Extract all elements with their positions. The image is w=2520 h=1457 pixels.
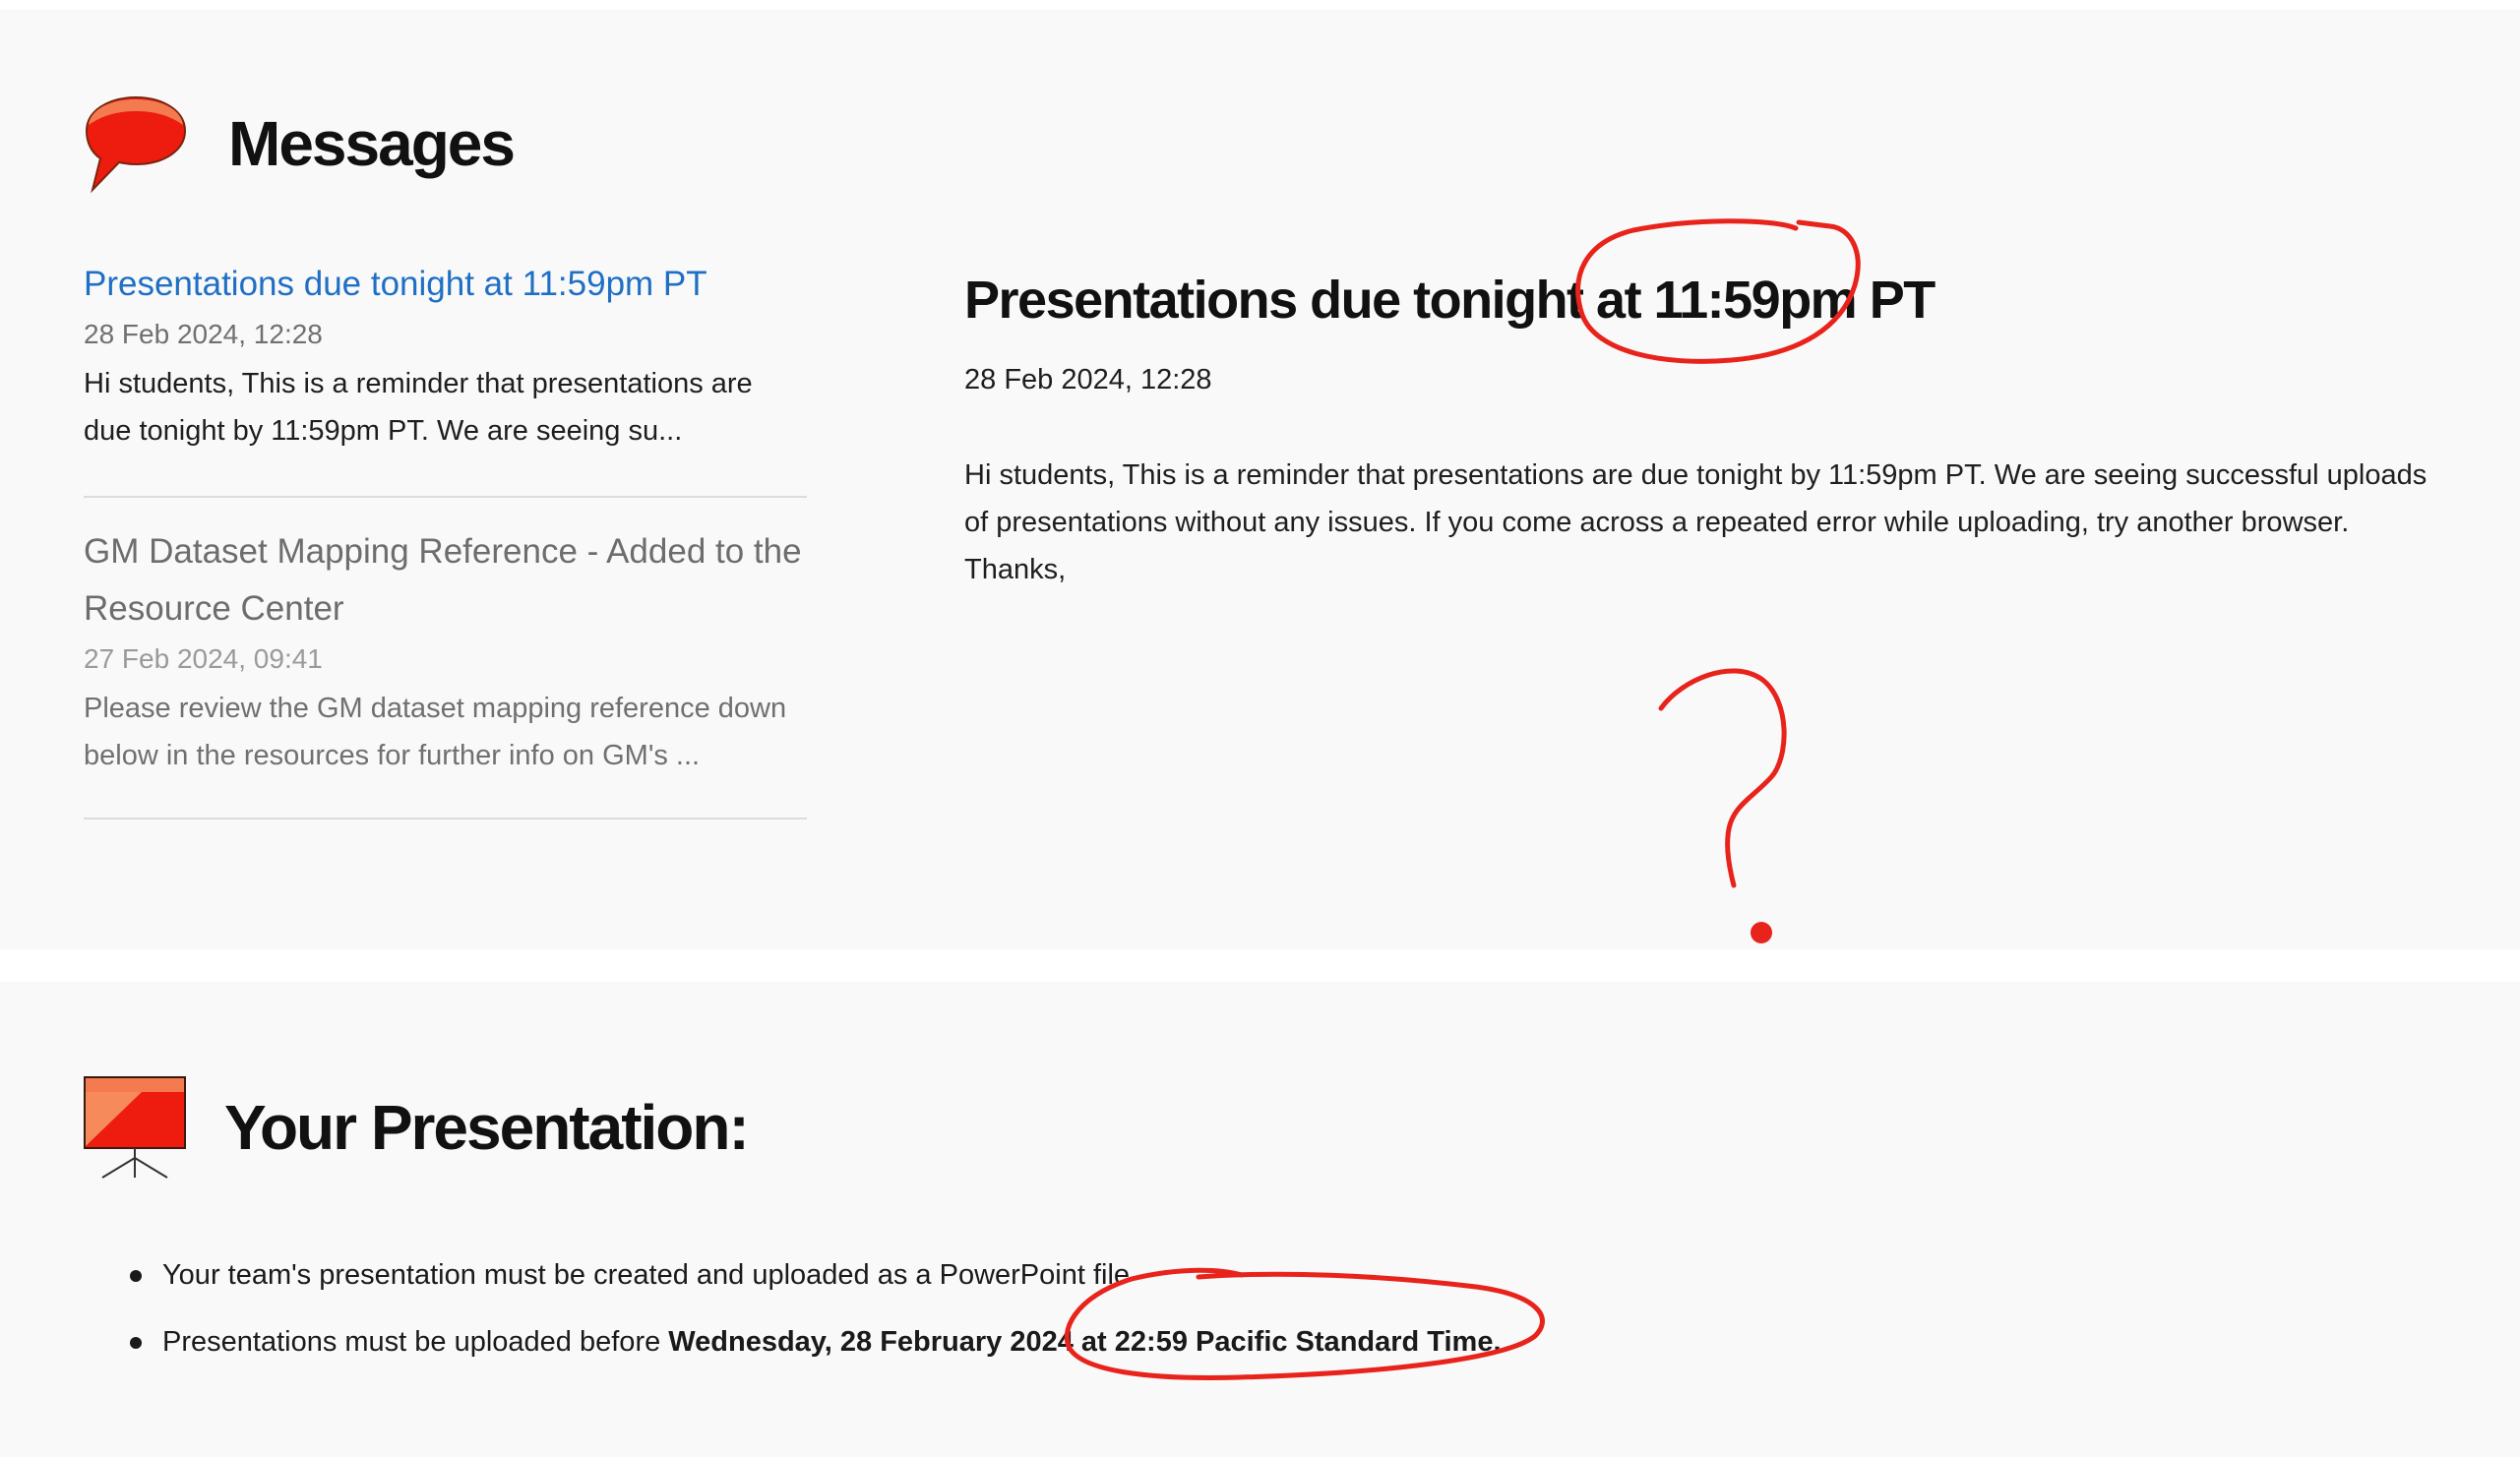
message-detail-title: Presentations due tonight at 11:59pm PT bbox=[964, 271, 1936, 330]
message-item-title[interactable]: GM Dataset Mapping Reference - Added to … bbox=[84, 498, 807, 637]
speech-bubble-icon bbox=[85, 95, 187, 194]
message-item-title[interactable]: Presentations due tonight at 11:59pm PT bbox=[84, 256, 807, 313]
requirement-deadline: Wednesday, 28 February 2024 at 22:59 Pac… bbox=[668, 1326, 1502, 1358]
message-detail-date: 28 Feb 2024, 12:28 bbox=[964, 364, 1212, 395]
messages-header: Messages bbox=[83, 93, 516, 194]
requirement-text: Your team's presentation must be created… bbox=[162, 1259, 1131, 1291]
message-item-snippet: Please review the GM dataset mapping ref… bbox=[84, 693, 787, 771]
requirement-item: Your team's presentation must be created… bbox=[130, 1242, 1502, 1308]
presentation-title: Your Presentation: bbox=[224, 1092, 750, 1163]
message-item-date: 28 Feb 2024, 12:28 bbox=[84, 319, 323, 349]
message-item-snippet: Hi students, This is a reminder that pre… bbox=[84, 368, 753, 447]
message-detail: Presentations due tonight at 11:59pm PT … bbox=[964, 266, 2440, 593]
message-item-date: 27 Feb 2024, 09:41 bbox=[84, 643, 323, 674]
presentation-requirements-list: Your team's presentation must be created… bbox=[130, 1242, 1502, 1375]
message-list-item[interactable]: Presentations due tonight at 11:59pm PT … bbox=[84, 256, 807, 498]
presentation-board-icon bbox=[84, 1076, 186, 1179]
message-list-item[interactable]: GM Dataset Mapping Reference - Added to … bbox=[84, 498, 807, 820]
message-detail-body: Hi students, This is a reminder that pre… bbox=[964, 459, 2428, 585]
message-list: Presentations due tonight at 11:59pm PT … bbox=[84, 256, 807, 820]
requirement-item: Presentations must be uploaded before We… bbox=[130, 1308, 1502, 1375]
presentation-header: Your Presentation: bbox=[83, 1075, 750, 1180]
messages-title: Messages bbox=[228, 108, 516, 179]
requirement-text-prefix: Presentations must be uploaded before bbox=[162, 1326, 669, 1358]
presentation-panel bbox=[0, 982, 2520, 1457]
page: Messages Presentations due tonight at 11… bbox=[0, 0, 2520, 1457]
